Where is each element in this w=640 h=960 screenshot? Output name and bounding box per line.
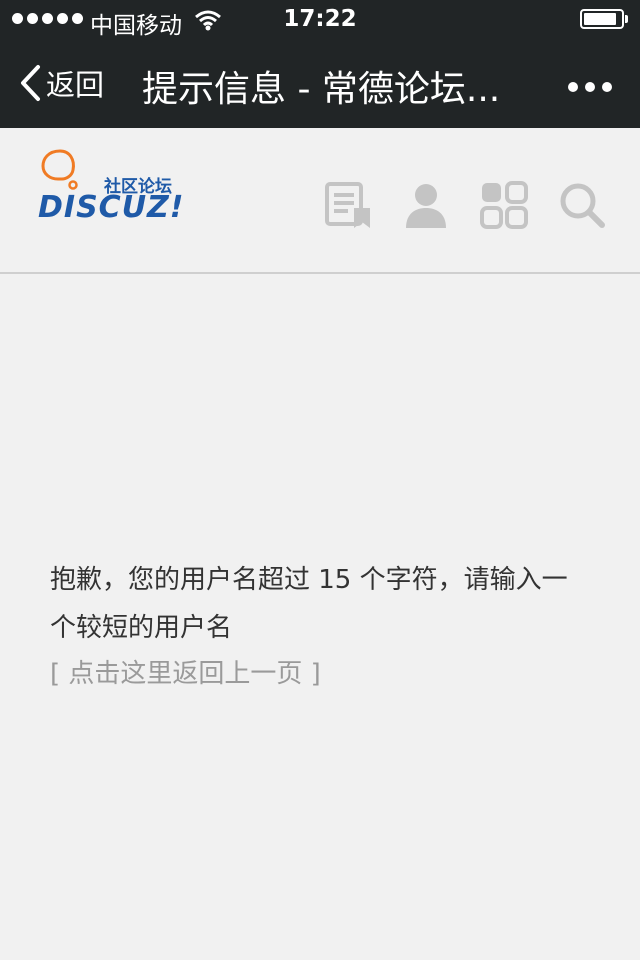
speech-bubble-icon [41, 149, 78, 190]
site-logo[interactable]: 社区论坛 DISCUZ! [38, 148, 188, 228]
user-icon[interactable] [402, 180, 450, 230]
page-title: 提示信息 - 常德论坛... [142, 69, 501, 110]
forum-list-icon[interactable] [324, 180, 372, 230]
battery-tip [625, 15, 628, 23]
header-divider [0, 272, 640, 274]
navigation-bar: 返回 提示信息 - 常德论坛... [0, 40, 640, 128]
chevron-left-icon [21, 65, 40, 101]
search-icon[interactable] [558, 180, 606, 230]
back-button-label: 返回 [46, 68, 105, 102]
more-options-button[interactable] [568, 82, 612, 92]
logo-wordmark: DISCUZ! [38, 190, 185, 225]
error-message: 抱歉，您的用户名超过 15 个字符，请输入一个较短的用户名 [50, 565, 568, 643]
battery-level [584, 13, 617, 25]
status-time: 17:22 [283, 6, 357, 32]
grid-menu-icon[interactable] [480, 180, 528, 230]
status-bar: 中国移动 17:22 [0, 0, 640, 40]
top-bar: 中国移动 17:22 返回 提示信息 - 常德论坛... [0, 0, 640, 128]
site-header: 社区论坛 DISCUZ! [0, 128, 640, 272]
back-button[interactable]: 返回 [18, 62, 104, 104]
header-toolbar [324, 180, 606, 230]
notice-message: 抱歉，您的用户名超过 15 个字符，请输入一个较短的用户名 [ 点击这里返回上一… [50, 556, 590, 696]
return-previous-page-link[interactable]: [ 点击这里返回上一页 ] [50, 652, 590, 696]
battery-icon [580, 9, 624, 29]
